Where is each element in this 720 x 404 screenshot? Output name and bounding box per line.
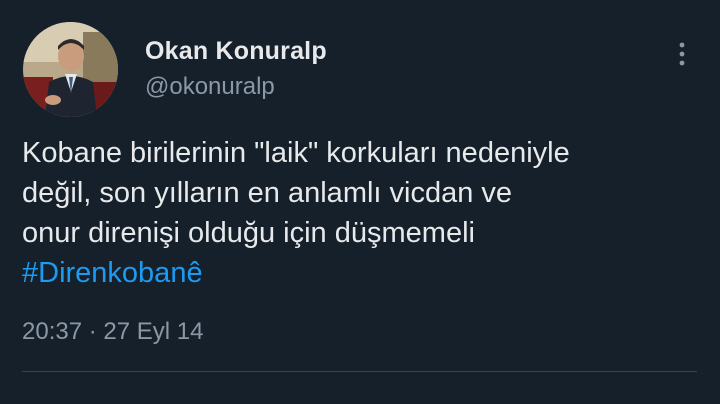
tweet-date: 27 Eyl 14	[103, 318, 204, 345]
avatar-photo-icon	[23, 22, 118, 117]
tweet-text-line: değil, son yılların en anlamlı vicdan ve	[22, 177, 513, 209]
more-vertical-icon	[679, 42, 685, 66]
tweet-card: Okan Konuralp @okonuralp Kobane birileri…	[0, 0, 720, 404]
tweet-timestamp[interactable]: 20:37 · 27 Eyl 14	[22, 318, 203, 346]
author-handle[interactable]: @okonuralp	[145, 73, 275, 101]
tweet-text: Kobane birilerinin "laik" korkuları nede…	[22, 133, 702, 293]
meta-separator: ·	[88, 318, 97, 345]
tweet-text-line: onur direnişi olduğu için düşmemeli	[22, 217, 475, 249]
author-name[interactable]: Okan Konuralp	[145, 37, 327, 66]
tweet-time: 20:37	[22, 318, 83, 345]
tweet-text-line: Kobane birilerinin "laik" korkuları nede…	[22, 137, 570, 169]
more-options-button[interactable]	[672, 40, 692, 68]
divider	[22, 371, 697, 372]
author-avatar[interactable]	[23, 22, 118, 117]
hashtag-link[interactable]: #Direnkobanê	[22, 257, 203, 289]
